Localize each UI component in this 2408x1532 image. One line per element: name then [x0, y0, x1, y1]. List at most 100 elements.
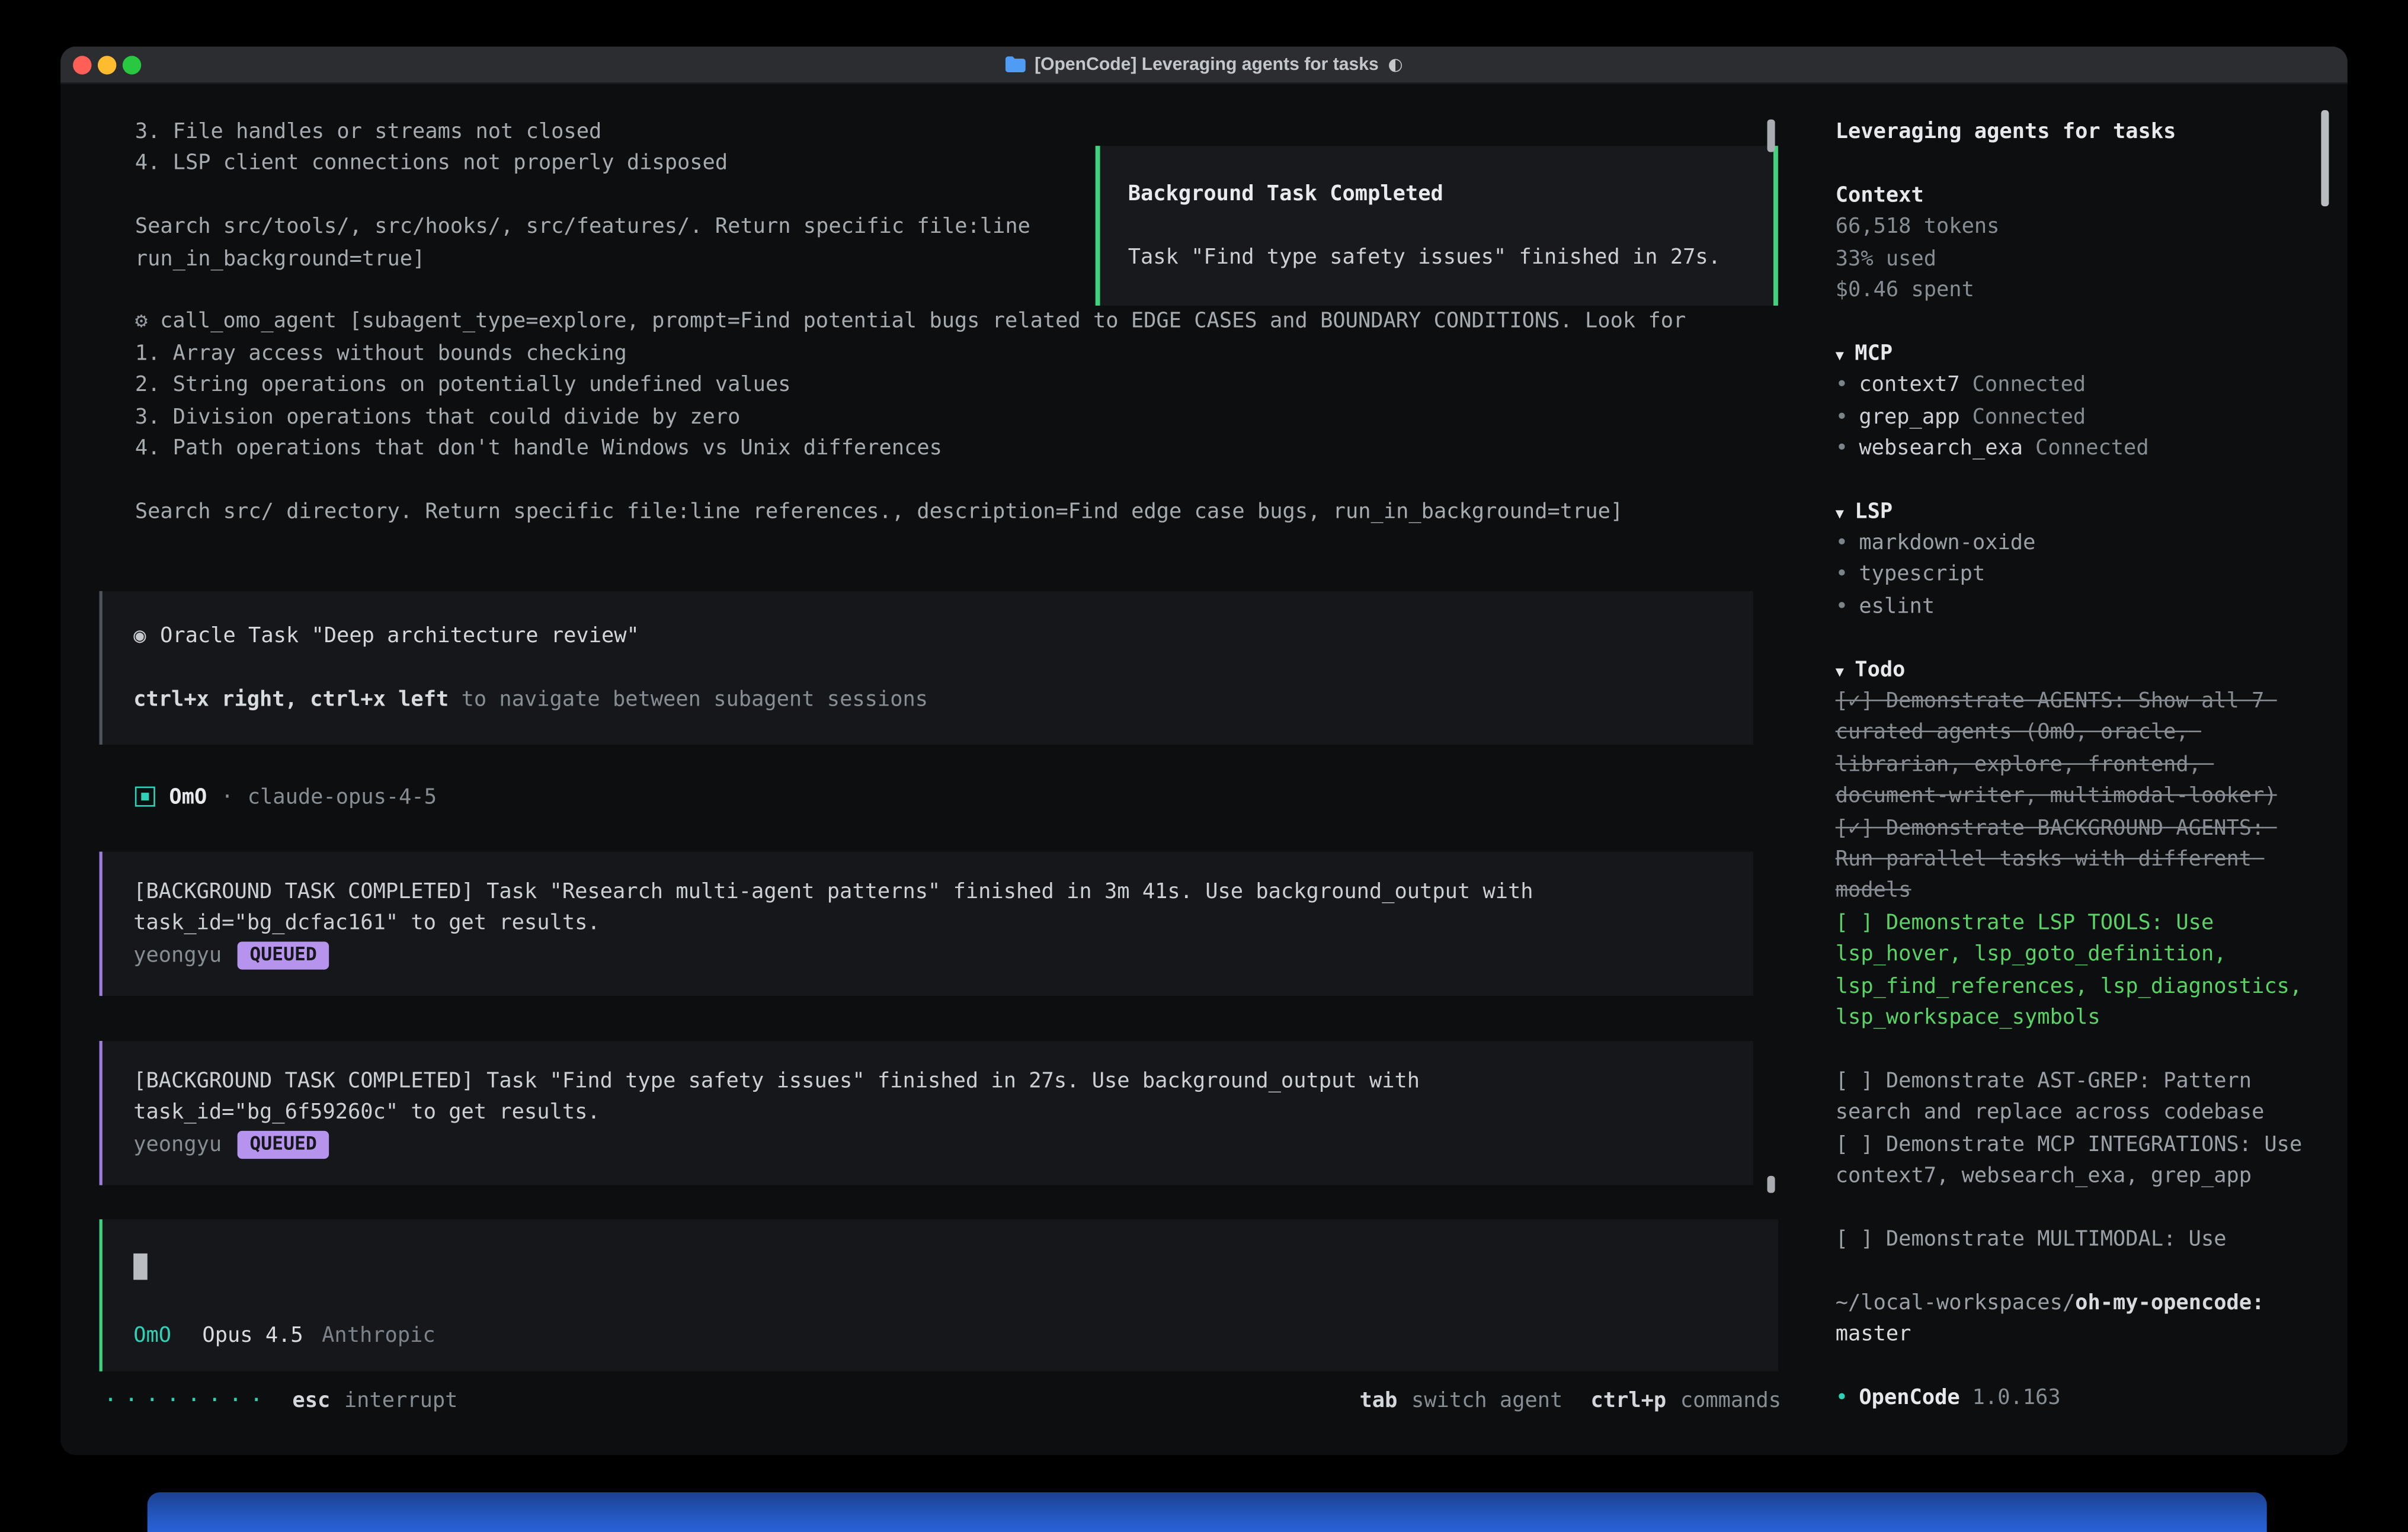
todo-item-pending: [ ] Demonstrate MULTIMODAL: Use: [1836, 1224, 2309, 1255]
log-line: 3. File handles or streams not closed: [135, 116, 1811, 148]
context-spent: $0.46 spent: [1836, 274, 2309, 306]
commands-key-hint: ctrl+p: [1591, 1389, 1667, 1414]
input-provider-name: Anthropic: [322, 1320, 436, 1351]
tool-call-item: 1. Array access without bounds checking: [135, 338, 1811, 369]
chat-area: 3. File handles or streams not closed 4.…: [60, 84, 1811, 1455]
navigation-hint-keys: ctrl+x right, ctrl+x left: [133, 687, 449, 711]
agent-icon: [135, 787, 155, 807]
todo-item-done: [✓] Demonstrate BACKGROUND AGENTS: Run p…: [1836, 812, 2309, 907]
blank-line: [135, 559, 1811, 591]
model-indicator: OmO Opus 4.5 Anthropic: [133, 1320, 1778, 1351]
dock-window-strip[interactable]: [148, 1492, 2267, 1532]
context-tokens: 66,518 tokens: [1836, 211, 2309, 243]
esc-key-hint: esc: [292, 1389, 330, 1414]
message-author: yeongyu: [133, 943, 222, 968]
mcp-item: •grep_appConnected: [1836, 401, 2309, 432]
status-badge: QUEUED: [237, 941, 329, 969]
window-title: [OpenCode] Leveraging agents for tasks ◐: [60, 55, 2348, 75]
text-cursor: [133, 1253, 148, 1280]
workspace-path: ~/local-workspaces/oh-my-opencode:: [1836, 1287, 2309, 1319]
message-text: task_id="bg_6f59260c" to get results.: [133, 1097, 1753, 1128]
bullet-icon: •: [1836, 594, 1848, 619]
message-text: [BACKGROUND TASK COMPLETED] Task "Find t…: [133, 1065, 1753, 1097]
collapse-icon: ▼: [1836, 665, 1844, 680]
blank-line: [135, 464, 1811, 496]
message-card: [BACKGROUND TASK COMPLETED] Task "Find t…: [100, 1040, 1753, 1185]
minimize-button[interactable]: [98, 55, 116, 73]
toast-title: Background Task Completed: [1128, 178, 1773, 210]
titlebar[interactable]: [OpenCode] Leveraging agents for tasks ◐: [60, 47, 2348, 84]
notification-toast: Background Task Completed Task "Find typ…: [1096, 146, 1778, 306]
folder-icon: [1005, 56, 1025, 73]
context-heading: Context: [1836, 180, 2309, 211]
main-scrollbar-thumb[interactable]: [1767, 1176, 1775, 1193]
agent-header: OmO · claude-opus-4-5: [135, 781, 1811, 813]
app-version-row: •OpenCode1.0.163: [1836, 1382, 2309, 1414]
oracle-task-panel[interactable]: ◉Oracle Task "Deep architecture review" …: [100, 591, 1753, 744]
bullet-icon: •: [1836, 436, 1848, 461]
tool-call-item: 2. String operations on potentially unde…: [135, 370, 1811, 401]
lsp-section-header[interactable]: ▼LSP: [1836, 496, 2309, 527]
status-badge: QUEUED: [237, 1130, 329, 1158]
mcp-section-header[interactable]: ▼MCP: [1836, 338, 2309, 369]
collapse-icon: ▼: [1836, 507, 1844, 522]
agent-icon-fill: [141, 793, 149, 801]
bullet-icon: •: [1836, 373, 1848, 398]
status-bar: ········ esc interrupt tab switch agent …: [135, 1385, 1781, 1416]
bullet-icon: •: [1836, 562, 1848, 587]
lsp-item: •typescript: [1836, 559, 2309, 591]
input-agent-name: OmO: [133, 1320, 171, 1351]
prompt-input[interactable]: OmO Opus 4.5 Anthropic: [100, 1220, 1778, 1372]
sidebar-scrollbar-thumb[interactable]: [2321, 110, 2329, 206]
bullet-icon: •: [1836, 531, 1848, 556]
mcp-item: •context7Connected: [1836, 370, 2309, 401]
message-card: [BACKGROUND TASK COMPLETED] Task "Resear…: [100, 851, 1753, 996]
tool-call-footer: Search src/ directory. Return specific f…: [135, 496, 1811, 527]
lsp-item: •eslint: [1836, 591, 2309, 622]
window-title-text: [OpenCode] Leveraging agents for tasks: [1035, 55, 1379, 73]
message-author: yeongyu: [133, 1132, 222, 1157]
close-button[interactable]: [73, 55, 91, 73]
git-branch: master: [1836, 1319, 2309, 1350]
app-version: 1.0.163: [1972, 1385, 2061, 1410]
main-scrollbar-thumb[interactable]: [1767, 120, 1775, 152]
tool-call-header: ⚙ call_omo_agent [subagent_type=explore, …: [135, 306, 1811, 338]
tool-call-text: call_omo_agent [subagent_type=explore, p…: [160, 309, 1686, 334]
blank-line: [135, 528, 1811, 559]
agent-model: claude-opus-4-5: [248, 785, 437, 810]
tool-call-item: 4. Path operations that don't handle Win…: [135, 432, 1811, 464]
zoom-button[interactable]: [123, 55, 141, 73]
modified-icon: ◐: [1388, 55, 1402, 75]
todo-item-done: [✓] Demonstrate AGENTS: Show all 7 curat…: [1836, 685, 2309, 812]
terminal-window: [OpenCode] Leveraging agents for tasks ◐…: [60, 47, 2348, 1456]
separator-dot: ·: [221, 785, 233, 810]
mcp-item: •websearch_exaConnected: [1836, 432, 2309, 464]
desktop: [OpenCode] Leveraging agents for tasks ◐…: [0, 0, 2408, 1532]
context-used: 33% used: [1836, 243, 2309, 274]
tab-key-hint: tab: [1360, 1389, 1398, 1414]
todo-section-header[interactable]: ▼Todo: [1836, 654, 2309, 685]
bullet-icon: •: [1836, 404, 1848, 429]
esc-key-label: interrupt: [344, 1389, 458, 1414]
tool-call-item: 3. Division operations that could divide…: [135, 401, 1811, 432]
input-model-name: Opus 4.5: [202, 1320, 303, 1351]
app-name: OpenCode: [1859, 1385, 1959, 1410]
blank-line: [1128, 210, 1773, 242]
gear-icon: ⚙: [135, 309, 148, 334]
collapse-icon: ▼: [1836, 348, 1844, 364]
session-sidebar: Leveraging agents for tasks Context 66,5…: [1811, 84, 2348, 1455]
navigation-hint-text: to navigate between subagent sessions: [449, 687, 928, 711]
blank-line: [133, 652, 1753, 683]
oracle-task-title: Oracle Task "Deep architecture review": [160, 623, 639, 648]
message-text: task_id="bg_dcfac161" to get results.: [133, 908, 1753, 939]
tab-key-label: switch agent: [1411, 1389, 1562, 1414]
session-title: Leveraging agents for tasks: [1836, 116, 2309, 148]
spinner-dots: ········: [104, 1389, 270, 1414]
toast-body: Task "Find type safety issues" finished …: [1128, 242, 1773, 273]
oracle-icon: ◉: [133, 623, 146, 648]
message-text: [BACKGROUND TASK COMPLETED] Task "Resear…: [133, 876, 1753, 908]
todo-item-active: [ ] Demonstrate LSP TOOLS: Use lsp_hover…: [1836, 908, 2309, 1034]
todo-item-pending: [ ] Demonstrate AST-GREP: Pattern search…: [1836, 1066, 2309, 1129]
lsp-item: •markdown-oxide: [1836, 528, 2309, 559]
window-controls: [73, 55, 141, 73]
